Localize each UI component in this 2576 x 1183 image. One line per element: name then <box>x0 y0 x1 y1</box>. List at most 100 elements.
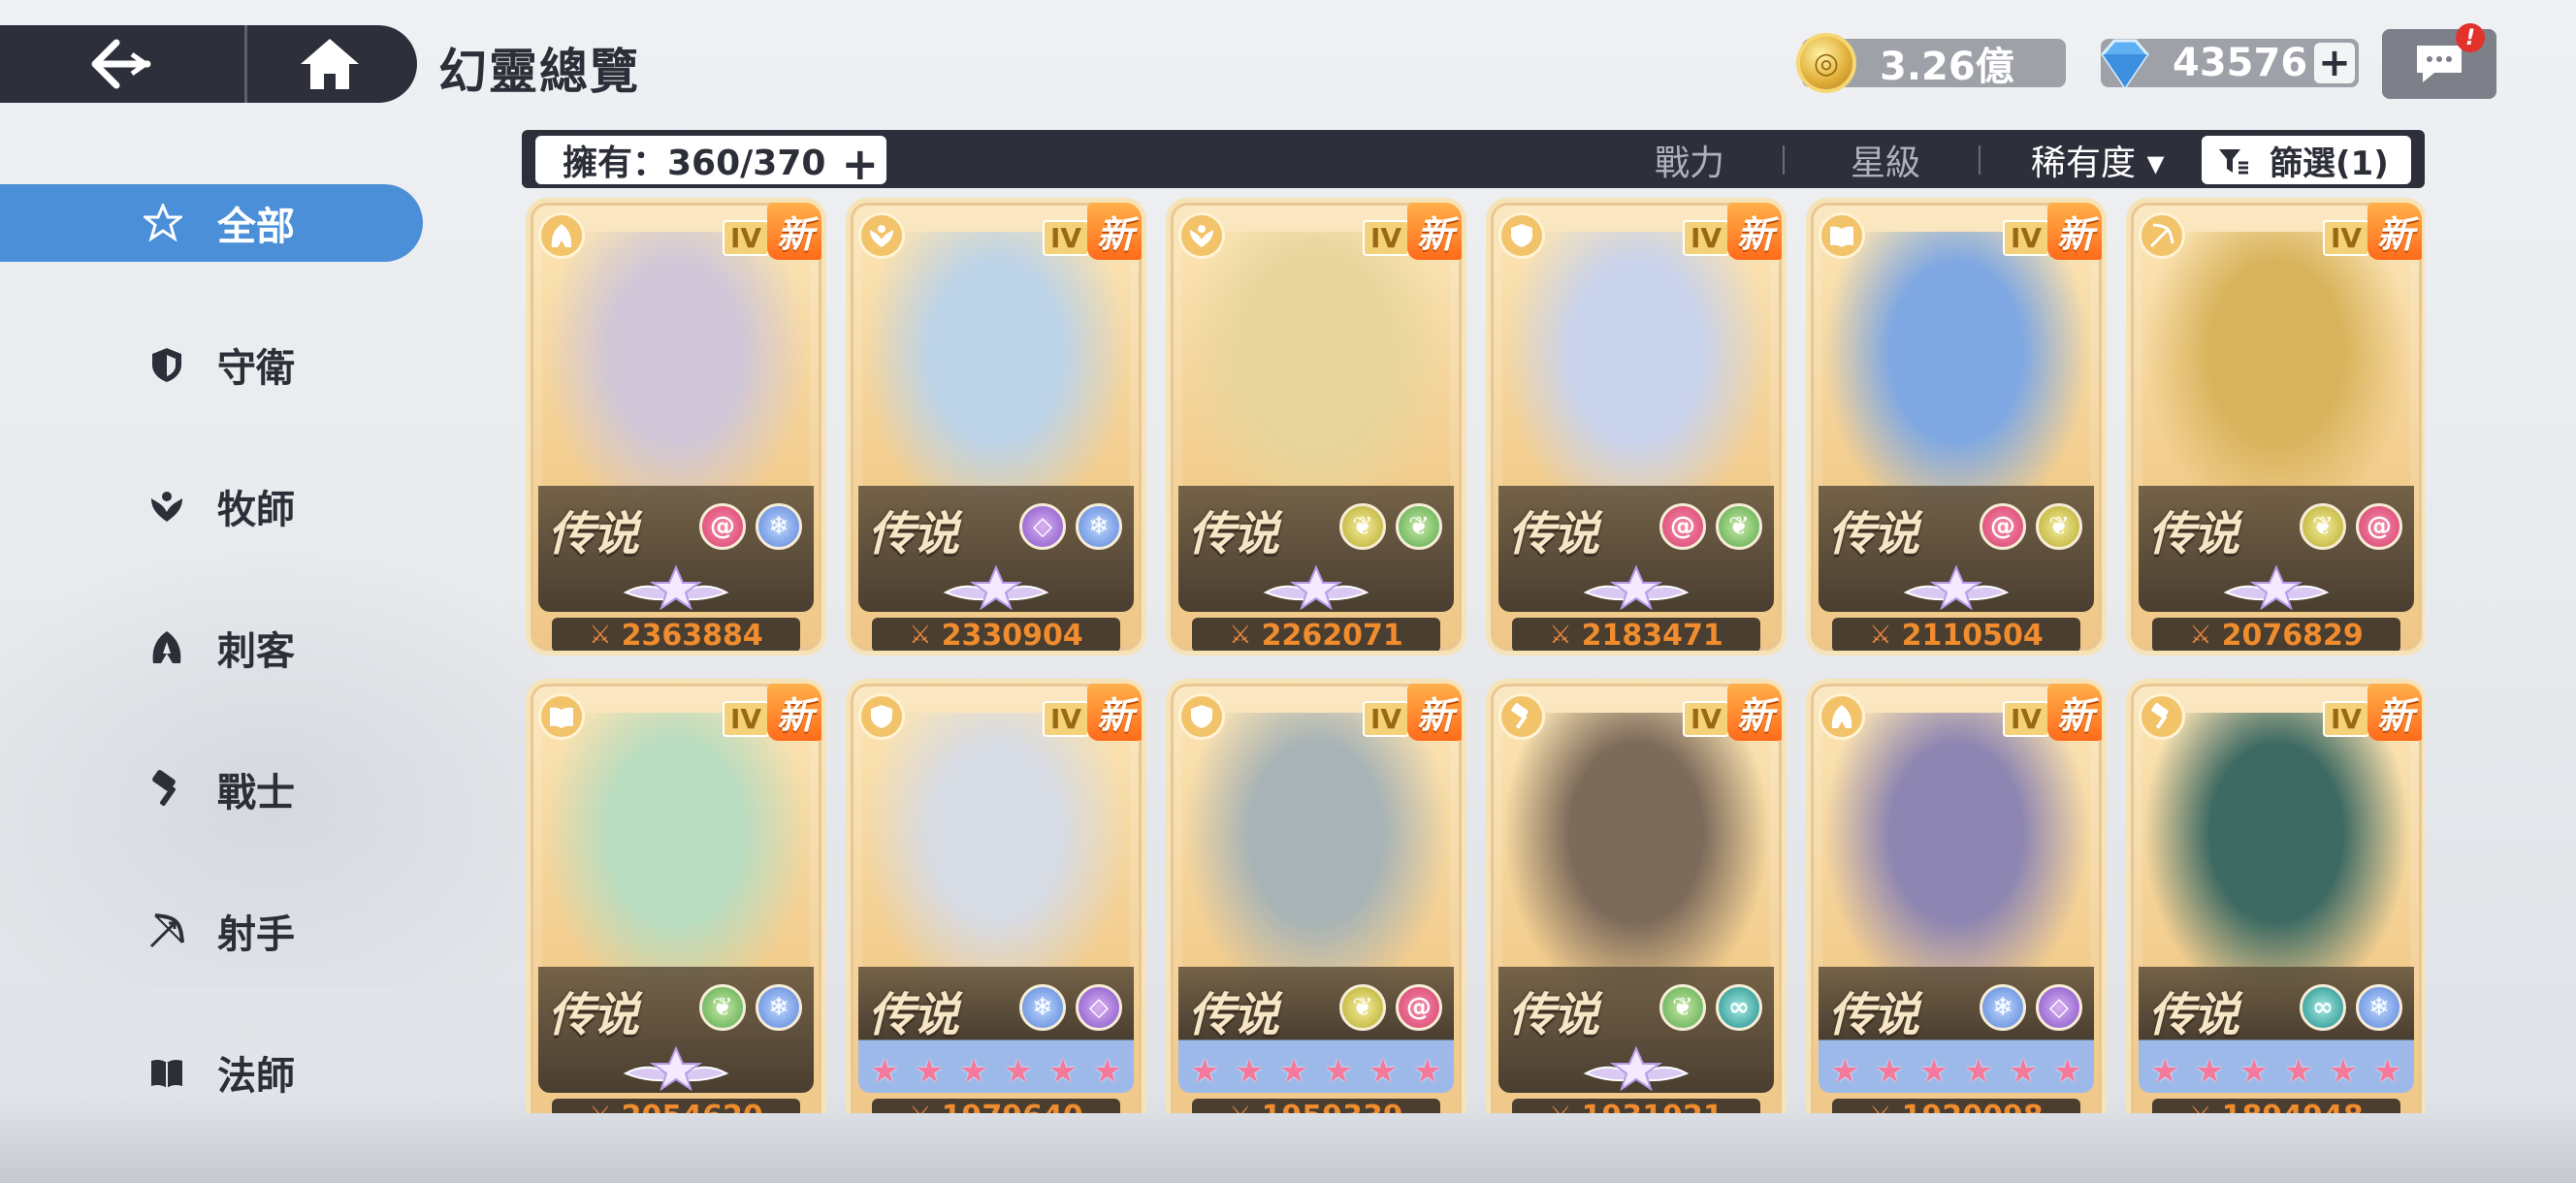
assassin-class-icon <box>1819 693 1865 740</box>
rose-element-icon: @ <box>1396 984 1442 1031</box>
class-sidebar: 全部 守衛 牧師 刺客 戰士 射手 法師 <box>0 184 427 1175</box>
sidebar-item-all[interactable]: 全部 <box>0 184 423 262</box>
character-card[interactable]: IV 65 新 传说 @❦ ⚔ 2110504 <box>1806 198 2107 655</box>
character-card[interactable]: IV 80 新 传说 ◇❄ ⚔ 2330904 <box>846 198 1146 655</box>
element-icons: ∞ ❄ <box>2300 984 2402 1031</box>
character-card[interactable]: IV 65 新 传说 ∞❄ ★★★★★★ ⚔ 1894948 <box>2126 679 2425 1113</box>
element-icons: ❦ @ <box>2300 503 2402 550</box>
shield-icon <box>145 343 188 386</box>
gold-amount: 3.26億 <box>1880 45 2014 89</box>
character-card[interactable]: IV 65 新 传说 ❦❄ ⚔ 2054620 <box>526 679 826 1113</box>
sidebar-item-mage[interactable]: 法師 <box>0 1034 427 1111</box>
new-badge: 新 <box>2046 203 2102 260</box>
crossed-swords-icon: ⚔ <box>1229 621 1252 650</box>
combat-power-value: 2363884 <box>621 618 763 653</box>
character-card[interactable]: IV 75 新 传说 @❄ ⚔ 2363884 <box>526 198 826 655</box>
star-icon: ★ <box>2150 1052 2180 1091</box>
priest-icon <box>145 485 188 528</box>
tier-badge: IV <box>723 220 770 256</box>
tier-badge: IV <box>1363 220 1410 256</box>
owned-count: 擁有：360/370 + <box>535 136 886 190</box>
combat-power-value: 2262071 <box>1261 618 1403 653</box>
rose-element-icon: @ <box>1980 503 2026 550</box>
sort-by-stars[interactable]: 星級 <box>1851 136 1920 184</box>
star-rank-badge-icon <box>623 1045 729 1091</box>
combat-power: ⚔ 1920098 <box>1832 1099 2080 1113</box>
ice-element-icon: ❄ <box>2356 984 2402 1031</box>
rose-element-icon: @ <box>699 503 746 550</box>
star-rating: ★ ★ ★ ★ ★ ★ <box>2150 1052 2402 1091</box>
star-icon: ★ <box>958 1052 989 1091</box>
combat-power: ⚔ 2110504 <box>1832 618 2080 651</box>
combat-power: ⚔ 2183471 <box>1512 618 1760 651</box>
sidebar-item-label: 全部 <box>217 205 295 249</box>
assassin-class-icon <box>538 212 585 259</box>
character-card[interactable]: IV 75 新 传说 ❄◇ ★★★★★★ ⚔ 1920098 <box>1806 679 2107 1113</box>
chat-button[interactable]: ! <box>2382 23 2496 99</box>
home-button[interactable] <box>247 25 412 103</box>
tier-badge: IV <box>1043 701 1090 737</box>
character-card[interactable]: IV 80 新 传说 ❦@ ★★★★★★ ⚔ 1959339 <box>1166 679 1466 1113</box>
rarity-label: 传说 <box>1188 988 1279 1042</box>
rarity-label: 传说 <box>868 988 959 1042</box>
back-button[interactable] <box>0 25 247 103</box>
crossed-swords-icon: ⚔ <box>1549 1102 1571 1113</box>
character-card[interactable]: IV 80 新 传说 ❦@ ⚔ 2076829 <box>2126 198 2425 655</box>
expand-slots-button[interactable]: + <box>841 138 879 190</box>
star-rank-badge-icon <box>1583 1045 1690 1091</box>
combat-power: ⚔ 1931921 <box>1512 1099 1760 1113</box>
filter-button[interactable]: 篩選(1) <box>2202 136 2411 184</box>
top-nav <box>0 25 417 103</box>
sort-by-power[interactable]: 戰力 <box>1655 136 1724 184</box>
filter-icon <box>2219 149 2248 175</box>
star-icon: ★ <box>2283 1052 2314 1091</box>
gold-coin-icon: ◎ <box>1796 33 1856 93</box>
new-badge: 新 <box>766 684 821 741</box>
star-rating: ★ ★ ★ ★ ★ ★ <box>870 1052 1122 1091</box>
void-element-icon: ◇ <box>2036 984 2082 1031</box>
divider <box>1783 145 1785 175</box>
element-icons: @ ❄ <box>699 503 802 550</box>
star-rank-badge-icon <box>1903 564 2010 610</box>
star-rank-badge-icon <box>2223 564 2330 610</box>
sidebar-item-label: 射手 <box>217 912 295 957</box>
sidebar-item-guard[interactable]: 守衛 <box>0 326 427 403</box>
combat-power-value: 2076829 <box>2221 618 2364 653</box>
owned-count-label: 擁有：360/370 <box>563 144 826 183</box>
sidebar-item-priest[interactable]: 牧師 <box>0 467 427 545</box>
void-element-icon: ◇ <box>1076 984 1122 1031</box>
combat-power: ⚔ 2054620 <box>552 1099 800 1113</box>
element-icons: ❦ ∞ <box>1659 984 1762 1031</box>
filter-bar: 擁有：360/370 + 戰力 星級 稀有度 ▾ 篩選(1) <box>522 130 2425 190</box>
sidebar-item-warrior[interactable]: 戰士 <box>0 751 427 828</box>
ice-element-icon: ❄ <box>756 984 802 1031</box>
page-title: 幻靈總覽 <box>438 44 640 100</box>
character-card[interactable]: IV 80 新 传说 ❄◇ ★★★★★★ ⚔ 1979640 <box>846 679 1146 1113</box>
character-card[interactable]: IV 65 新 传说 ❦∞ ⚔ 1931921 <box>1486 679 1787 1113</box>
star-rank-badge-icon <box>943 564 1049 610</box>
gem-counter: 43576 + <box>2101 39 2359 90</box>
crossed-swords-icon: ⚔ <box>589 1102 611 1113</box>
sort-by-rarity[interactable]: 稀有度 ▾ <box>2031 136 2165 184</box>
star-icon: ★ <box>2008 1052 2039 1091</box>
rarity-label: 传说 <box>1188 507 1279 561</box>
star-rank-badge-icon <box>623 564 729 610</box>
character-card[interactable]: IV 80 新 传说 ❦❦ ⚔ 2262071 <box>1166 198 1466 655</box>
wing-element-icon: ❦ <box>1339 984 1386 1031</box>
new-badge: 新 <box>766 203 821 260</box>
star-icon: ★ <box>2194 1052 2225 1091</box>
wing-element-icon: ❦ <box>1339 503 1386 550</box>
add-gems-button[interactable]: + <box>2314 41 2355 85</box>
sidebar-item-label: 刺客 <box>217 629 295 674</box>
sidebar-item-label: 守衛 <box>217 346 295 391</box>
rose-element-icon: @ <box>1659 503 1706 550</box>
star-icon: ★ <box>1323 1052 1354 1091</box>
rarity-label: 传说 <box>2148 507 2239 561</box>
combat-power-value: 1920098 <box>1902 1100 2044 1114</box>
sidebar-item-assassin[interactable]: 刺客 <box>0 609 427 687</box>
character-card[interactable]: IV 80 新 传说 @❦ ⚔ 2183471 <box>1486 198 1787 655</box>
star-icon: ★ <box>2238 1052 2270 1091</box>
sidebar-item-archer[interactable]: 射手 <box>0 892 427 970</box>
chat-icon <box>2417 46 2462 82</box>
assassin-icon <box>145 626 188 669</box>
